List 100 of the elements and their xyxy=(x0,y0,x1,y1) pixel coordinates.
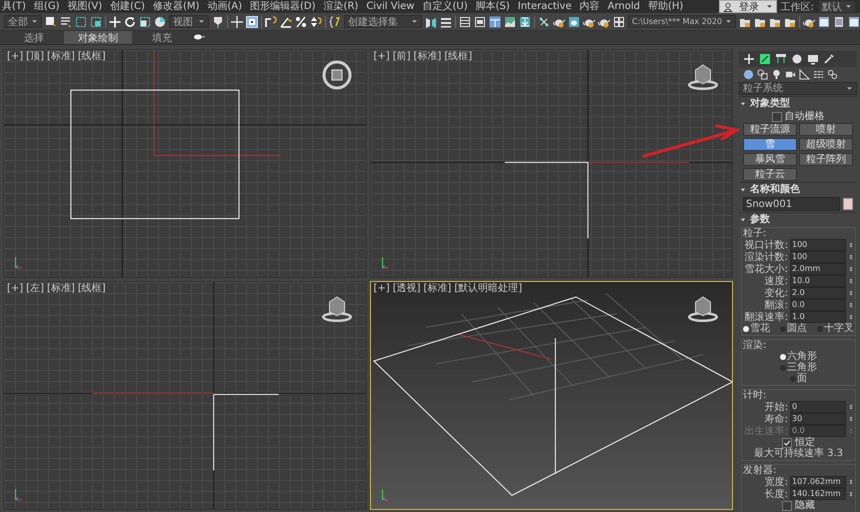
ribbon-tab[interactable]: 选择 xyxy=(10,31,58,44)
radio-option[interactable]: 十字叉 xyxy=(817,323,854,334)
category-dropdown[interactable]: 粒子系统 xyxy=(739,82,857,95)
camera-icon[interactable] xyxy=(785,69,796,80)
name-field[interactable]: Snow001 xyxy=(743,197,840,211)
viewport-label[interactable]: [顶] xyxy=(26,51,44,62)
angle-snap-icon[interactable] xyxy=(280,16,292,28)
move-icon[interactable] xyxy=(109,16,121,28)
shapes-icon[interactable] xyxy=(757,69,768,80)
viewport-label[interactable]: [线框] xyxy=(78,283,106,294)
viewport-label[interactable]: [左] xyxy=(26,283,44,294)
viewport-label[interactable]: [标准] xyxy=(47,283,75,294)
spinner-field[interactable]: 1.0 xyxy=(790,311,846,323)
menu-item[interactable]: 组(G) xyxy=(34,0,60,13)
spinner-arrows-icon[interactable] xyxy=(848,252,854,262)
lightbulb-icon[interactable] xyxy=(771,69,782,80)
object-type-button[interactable]: 粒子流源 xyxy=(743,123,797,136)
window-icon[interactable] xyxy=(848,16,860,28)
spinner-arrows-icon[interactable] xyxy=(848,240,854,250)
sphere-icon[interactable] xyxy=(743,69,754,80)
viewport[interactable]: [+] [左] [标准] [线框] xyxy=(3,281,366,510)
viewport-label[interactable]: [线框] xyxy=(78,51,106,62)
nodes-icon[interactable] xyxy=(538,16,550,28)
menu-item[interactable]: 帮助(H) xyxy=(648,0,684,13)
hierarchy-icon[interactable] xyxy=(775,53,787,65)
login-dropdown[interactable]: 登录 xyxy=(718,0,777,13)
color-swatch[interactable] xyxy=(843,198,853,210)
workspace-dropdown[interactable]: 默认 xyxy=(818,0,856,13)
checkbox[interactable] xyxy=(782,438,792,448)
viewport-label[interactable]: [+] xyxy=(374,51,390,62)
spinner-arrows-icon[interactable] xyxy=(848,402,854,412)
view-cube-icon[interactable] xyxy=(322,60,352,90)
menu-item[interactable]: 图形编辑器(D) xyxy=(250,0,316,13)
checkbox[interactable] xyxy=(782,500,792,510)
spinner-field[interactable]: 140.162mm xyxy=(790,488,846,500)
align-icon[interactable] xyxy=(440,16,452,28)
table-icon[interactable] xyxy=(459,16,471,28)
viewport-label[interactable]: [线框] xyxy=(444,51,472,62)
chain-icon[interactable] xyxy=(827,69,838,80)
spinner-arrows-icon[interactable] xyxy=(848,312,854,322)
spinner-field[interactable]: 0 xyxy=(790,401,846,413)
spinner-field[interactable]: 0.0 xyxy=(790,299,846,311)
radio-option[interactable]: 雪花 xyxy=(743,323,770,334)
viewport-label[interactable]: [标准] xyxy=(414,51,442,62)
ruler-icon[interactable] xyxy=(799,69,810,80)
plus-icon[interactable] xyxy=(743,53,755,65)
object-type-button[interactable]: 喷射 xyxy=(799,123,853,136)
checkbox[interactable] xyxy=(772,112,782,122)
rollout-header[interactable]: 对象类型 xyxy=(739,97,857,110)
menu-item[interactable]: 创建(C) xyxy=(110,0,145,13)
reference-coordinate-dropdown[interactable]: 视图 xyxy=(169,15,209,28)
waves-icon[interactable] xyxy=(813,69,824,80)
viewport[interactable]: [+] [透视] [标准] [默认明暗处理] xyxy=(370,281,733,510)
viewport-label[interactable]: [+] xyxy=(374,283,390,294)
pin-icon[interactable] xyxy=(212,16,224,28)
list-icon[interactable] xyxy=(60,16,72,28)
object-type-button[interactable]: 粒子阵列 xyxy=(799,153,853,166)
viewport-label[interactable]: [标准] xyxy=(47,51,75,62)
rollout-header[interactable]: 参数 xyxy=(739,213,857,226)
radio-option[interactable]: 三角形 xyxy=(780,362,817,373)
spinner-field[interactable]: 100 xyxy=(790,239,846,251)
percent-snap-icon[interactable] xyxy=(295,16,307,28)
spinner-field[interactable]: 107.062mm xyxy=(790,476,846,488)
menu-item[interactable]: 内容 xyxy=(580,0,600,13)
spinner-arrows-icon[interactable] xyxy=(848,264,854,274)
object-type-button[interactable]: 超级喷射 xyxy=(799,138,853,151)
spinner-field[interactable]: 10.0 xyxy=(790,275,846,287)
object-type-button[interactable]: 暴风雪 xyxy=(743,153,797,166)
viewport-label[interactable]: [前] xyxy=(392,51,410,62)
spinner-field[interactable]: 2.0mm xyxy=(790,263,846,275)
menu-item[interactable]: 修改器(M) xyxy=(152,0,200,13)
render-frame-icon[interactable] xyxy=(568,16,580,28)
project-path-dropdown[interactable]: C:\Users\*** Max 2020 xyxy=(628,15,736,28)
menu-item[interactable]: 具(T) xyxy=(2,0,26,13)
menu-item[interactable]: 脚本(S) xyxy=(476,0,510,13)
viewport-label[interactable]: [标准] xyxy=(424,283,452,294)
wrench-icon[interactable] xyxy=(823,53,835,65)
radio-option[interactable]: 六角形 xyxy=(780,351,817,362)
window-select-icon[interactable] xyxy=(90,16,102,28)
mirror-icon[interactable] xyxy=(425,16,437,28)
viewport-label[interactable]: [+] xyxy=(7,283,24,294)
circle-icon[interactable] xyxy=(791,53,803,65)
scale-icon[interactable] xyxy=(139,16,151,28)
dashed-rect-icon[interactable] xyxy=(75,16,87,28)
landscape-icon[interactable] xyxy=(504,16,516,28)
named-selection-dropdown[interactable]: 创建选择集 xyxy=(344,15,422,28)
spinner-snap-icon[interactable] xyxy=(310,16,322,28)
spinner-arrows-icon[interactable] xyxy=(848,276,854,286)
monitor-icon[interactable] xyxy=(807,53,819,65)
window-icon[interactable] xyxy=(818,16,830,28)
document-icon[interactable] xyxy=(833,16,846,28)
radio-option[interactable]: 圆点 xyxy=(780,323,807,334)
object-type-button[interactable]: 粒子云 xyxy=(743,168,797,181)
menu-item[interactable]: Civil View xyxy=(366,0,414,13)
viewport[interactable]: [+] [前] [标准] [线框] xyxy=(370,49,733,278)
menu-item[interactable]: Arnold xyxy=(608,0,640,13)
viewport-label[interactable]: [默认明暗处理] xyxy=(454,283,522,294)
brace-icon[interactable] xyxy=(329,16,341,28)
spinner-arrows-icon[interactable] xyxy=(848,489,854,499)
pivot-icon[interactable] xyxy=(246,16,258,28)
